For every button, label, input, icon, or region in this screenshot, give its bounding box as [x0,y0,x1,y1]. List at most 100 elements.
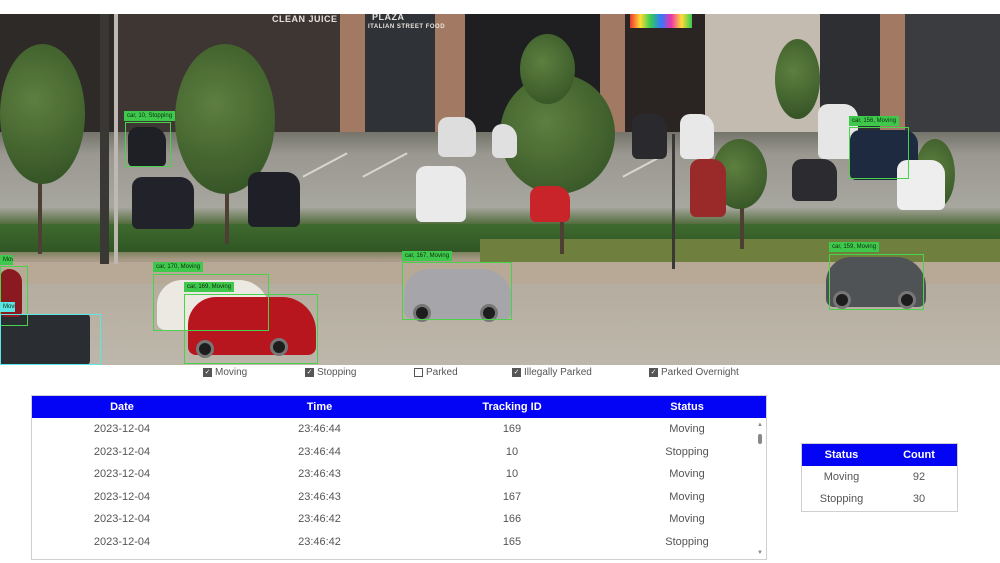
checkbox-checked-icon[interactable]: ✓ [305,368,314,377]
table-row[interactable]: 2023-12-04 23:46:44 169 Moving [32,418,766,441]
scrollbar-thumb[interactable] [758,434,762,444]
cell-time: 23:46:43 [298,468,341,481]
cell-status: Moving [669,468,705,481]
parked-car [690,159,726,217]
cell-time: 23:46:44 [298,445,341,458]
cell-tracking-id: 10 [505,445,519,458]
colorful-sign [630,14,692,28]
cell-time: 23:46:42 [298,513,341,526]
cell-date: 2023-12-04 [93,490,151,503]
parked-car [792,159,837,201]
filter-label: Parked Overnight [661,367,739,378]
column-header-date[interactable]: Date [32,401,212,413]
cell-time: 23:46:43 [298,490,341,503]
detection-label: car, 156, Moving [849,116,900,126]
detection-label: Moving [0,255,13,265]
table-scrollbar[interactable]: ▲ ▼ [757,422,763,556]
cell-tracking-id: 10 [505,468,519,481]
cell-status: Moving [669,490,705,503]
parked-car [248,172,300,227]
summary-row[interactable]: Stopping 30 [802,488,957,510]
building-pillar [435,14,465,132]
cell-date: 2023-12-04 [93,445,151,458]
summary-header: Status Count [802,444,957,466]
cell-status: Moving [669,513,705,526]
cell-tracking-id: 165 [502,535,522,548]
filter-label: Stopping [317,367,357,378]
checkbox-checked-icon[interactable]: ✓ [203,368,212,377]
filter-label: Moving [215,367,248,378]
cell-time: 23:46:42 [298,535,341,548]
scroll-up-arrow-icon[interactable]: ▲ [757,422,763,428]
lot-line [362,152,408,178]
filter-moving[interactable]: ✓ Moving [203,367,247,378]
cell-date: 2023-12-04 [93,423,151,436]
cell-status: Stopping [819,493,864,505]
table-row[interactable]: 2023-12-04 23:46:43 167 Moving [32,486,766,509]
tracking-log-table: Date Time Tracking ID Status 2023-12-04 … [31,395,767,560]
storefront-sign: CLEAN JUICE [272,14,338,24]
cell-tracking-id: 166 [502,513,522,526]
cell-status: Moving [669,423,705,436]
cell-tracking-id: 167 [502,490,522,503]
parked-car [680,114,714,159]
filter-parked-overnight[interactable]: ✓ Parked Overnight [649,367,739,378]
filter-label: Illegally Parked [524,367,592,378]
column-header-status[interactable]: Status [572,401,742,413]
detection-label: car, 169, Moving [184,282,235,292]
parked-car [416,166,466,222]
building [365,14,435,132]
filter-stopping[interactable]: ✓ Stopping [305,367,356,378]
lot-line [302,152,348,178]
column-header-tracking-id[interactable]: Tracking ID [397,401,572,413]
table-row[interactable]: 2023-12-04 23:46:42 166 Moving [32,508,766,531]
cell-status: Stopping [665,445,709,458]
detection-box [402,262,512,320]
cell-status: Moving [823,471,860,483]
table-row[interactable]: 2023-12-04 23:46:42 165 Stopping [32,531,766,554]
detection-label: car, 170, Moving [153,262,204,272]
cell-date: 2023-12-04 [93,468,151,481]
scroll-down-arrow-icon[interactable]: ▼ [757,550,763,556]
detection-box [0,314,101,365]
detection-box [125,122,171,167]
checkbox-unchecked-icon[interactable]: ✓ [414,368,423,377]
filter-illegally-parked[interactable]: ✓ Illegally Parked [512,367,592,378]
tree [520,34,575,104]
parked-car [632,114,667,159]
tree [0,44,85,184]
table-header: Date Time Tracking ID Status [32,396,766,418]
status-filter-bar: ✓ Moving ✓ Stopping ✓ Parked ✓ Illegally… [0,367,1000,383]
filter-label: Parked [426,367,458,378]
filter-parked[interactable]: ✓ Parked [414,367,458,378]
building-pillar [340,14,365,132]
light-pole [672,134,675,269]
detection-label: Moving [0,302,15,312]
storefront-sign: PLAZA [372,14,405,22]
detection-label: car, 10, Stopping [124,111,176,121]
parked-car [492,124,517,158]
table-row[interactable]: 2023-12-04 23:46:44 10 Stopping [32,441,766,464]
detection-box [849,127,909,179]
cell-time: 23:46:44 [298,423,341,436]
parked-car [438,117,476,157]
building [905,14,1000,132]
column-header-time[interactable]: Time [212,401,397,413]
parked-car [530,186,570,222]
video-feed: CLEAN JUICE PLAZA ITALIAN STREET FOOD ca… [0,14,1000,365]
cell-count: 30 [912,493,926,505]
utility-pole [100,14,109,264]
parked-car [132,177,194,229]
cell-date: 2023-12-04 [93,513,151,526]
cell-status: Stopping [665,535,709,548]
checkbox-checked-icon[interactable]: ✓ [512,368,521,377]
tree [775,39,820,119]
table-row[interactable]: 2023-12-04 23:46:43 10 Moving [32,463,766,486]
detection-label: car, 167, Moving [402,251,453,261]
column-header-status[interactable]: Status [802,449,881,461]
column-header-count[interactable]: Count [881,449,957,461]
checkbox-checked-icon[interactable]: ✓ [649,368,658,377]
cell-count: 92 [912,471,926,483]
summary-row[interactable]: Moving 92 [802,466,957,488]
detection-box [184,294,318,364]
